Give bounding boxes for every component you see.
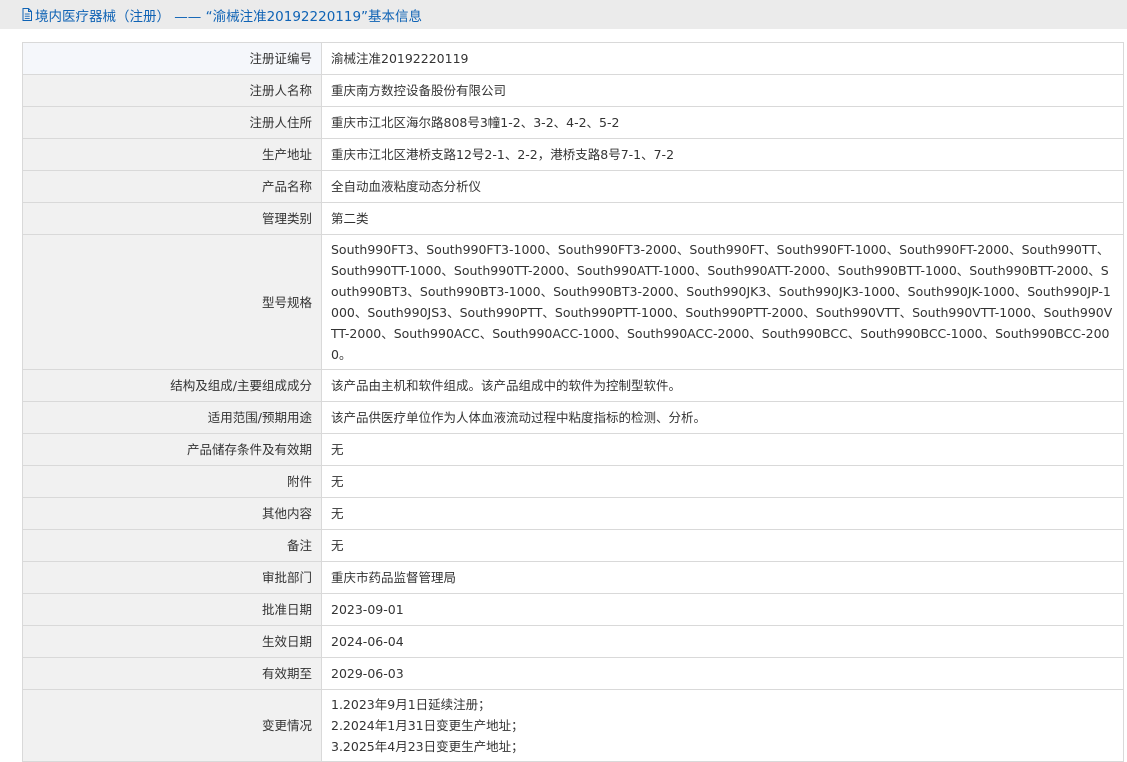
model-spec-value: South990FT3、South990FT3-1000、South990FT3… [321,234,1124,370]
field-value: 2024-06-04 [321,625,1124,658]
field-value: 2029-06-03 [321,657,1124,690]
table-row: 适用范围/预期用途 该产品供医疗单位作为人体血液流动过程中粘度指标的检测、分析。 [22,401,1124,434]
field-value: 渝械注准20192220119 [321,42,1124,75]
field-label: 结构及组成/主要组成成分 [22,369,322,402]
field-value: 无 [321,497,1124,530]
table-row: 注册人名称 重庆南方数控设备股份有限公司 [22,74,1124,107]
document-icon [22,8,32,21]
field-label: 型号规格 [22,234,322,370]
change-entry: 3.2025年4月23日变更生产地址； [331,739,524,754]
table-row: 产品名称 全自动血液粘度动态分析仪 [22,170,1124,203]
table-row: 注册证编号 渝械注准20192220119 [22,42,1124,75]
table-row: 备注 无 [22,529,1124,562]
table-row-changes: 变更情况 1.2023年9月1日延续注册； 2.2024年1月31日变更生产地址… [22,689,1124,762]
field-label: 有效期至 [22,657,322,690]
table-row: 其他内容 无 [22,497,1124,530]
device-info-table: 注册证编号 渝械注准20192220119 注册人名称 重庆南方数控设备股份有限… [22,42,1124,762]
field-label: 其他内容 [22,497,322,530]
field-label: 注册证编号 [22,42,322,75]
change-entry: 2.2024年1月31日变更生产地址； [331,718,524,733]
change-history-value: 1.2023年9月1日延续注册； 2.2024年1月31日变更生产地址； 3.2… [321,689,1124,762]
field-value: 重庆市江北区海尔路808号3幢1-2、3-2、4-2、5-2 [321,106,1124,139]
table-row: 生产地址 重庆市江北区港桥支路12号2-1、2-2，港桥支路8号7-1、7-2 [22,138,1124,171]
field-label: 审批部门 [22,561,322,594]
table-row: 型号规格 South990FT3、South990FT3-1000、South9… [22,234,1124,370]
table-row: 生效日期 2024-06-04 [22,625,1124,658]
field-label: 注册人名称 [22,74,322,107]
field-label: 生产地址 [22,138,322,171]
table-row: 注册人住所 重庆市江北区海尔路808号3幢1-2、3-2、4-2、5-2 [22,106,1124,139]
table-row: 有效期至 2029-06-03 [22,657,1124,690]
field-label: 生效日期 [22,625,322,658]
field-value: 重庆市药品监督管理局 [321,561,1124,594]
table-row: 产品储存条件及有效期 无 [22,433,1124,466]
field-label: 备注 [22,529,322,562]
table-row: 结构及组成/主要组成成分 该产品由主机和软件组成。该产品组成中的软件为控制型软件… [22,369,1124,402]
field-value: 重庆市江北区港桥支路12号2-1、2-2，港桥支路8号7-1、7-2 [321,138,1124,171]
table-row: 附件 无 [22,465,1124,498]
info-panel: 注册证编号 渝械注准20192220119 注册人名称 重庆南方数控设备股份有限… [8,29,1127,762]
field-label: 管理类别 [22,202,322,235]
field-value: 重庆南方数控设备股份有限公司 [321,74,1124,107]
page-title: 境内医疗器械（注册） —— “渝械注准20192220119”基本信息 [35,8,423,25]
field-value: 全自动血液粘度动态分析仪 [321,170,1124,203]
change-entry: 1.2023年9月1日延续注册； [331,697,491,712]
field-label: 批准日期 [22,593,322,626]
table-row: 批准日期 2023-09-01 [22,593,1124,626]
table-row: 管理类别 第二类 [22,202,1124,235]
field-label: 适用范围/预期用途 [22,401,322,434]
field-value: 无 [321,465,1124,498]
page-header: 境内医疗器械（注册） —— “渝械注准20192220119”基本信息 [0,0,1127,29]
field-value: 第二类 [321,202,1124,235]
field-label: 附件 [22,465,322,498]
field-label: 变更情况 [22,689,322,762]
field-value: 无 [321,433,1124,466]
field-label: 产品储存条件及有效期 [22,433,322,466]
field-value: 该产品供医疗单位作为人体血液流动过程中粘度指标的检测、分析。 [321,401,1124,434]
field-label: 产品名称 [22,170,322,203]
field-value: 无 [321,529,1124,562]
field-value: 该产品由主机和软件组成。该产品组成中的软件为控制型软件。 [321,369,1124,402]
field-value: 2023-09-01 [321,593,1124,626]
table-row: 审批部门 重庆市药品监督管理局 [22,561,1124,594]
field-label: 注册人住所 [22,106,322,139]
